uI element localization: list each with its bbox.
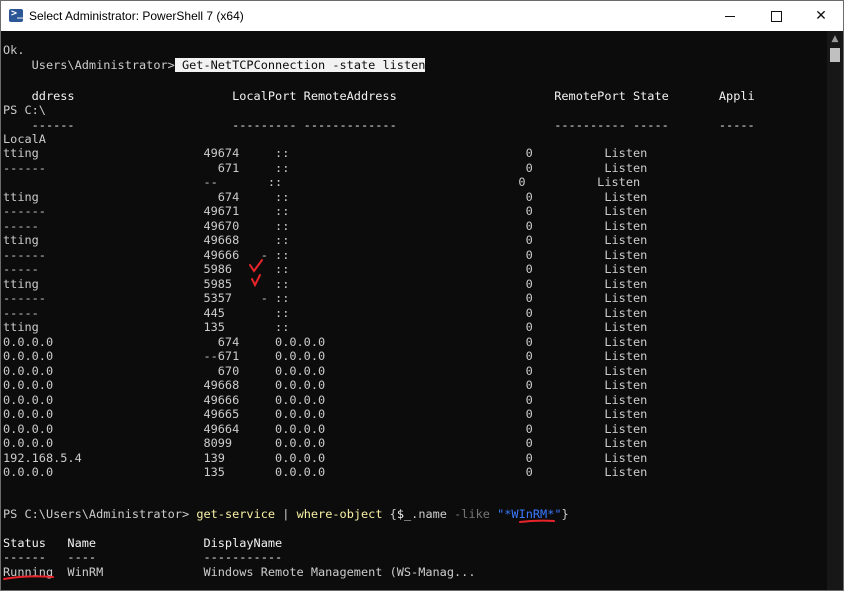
vertical-scrollbar[interactable]: ▲ — [827, 31, 843, 590]
console-output[interactable]: Ok. Users\Administrator> Get-NetTCPConne… — [1, 31, 827, 590]
minimize-button[interactable] — [707, 1, 753, 31]
underline-winrm — [519, 519, 555, 523]
scroll-up-arrow-icon[interactable]: ▲ — [827, 31, 843, 47]
close-icon: ✕ — [815, 8, 827, 24]
checkmark-5986 — [249, 259, 263, 273]
maximize-button[interactable] — [753, 1, 799, 31]
close-button[interactable]: ✕ — [798, 1, 843, 31]
title-bar[interactable]: >_ Select Administrator: PowerShell 7 (x… — [1, 1, 843, 31]
minimize-icon — [725, 15, 735, 17]
scrollbar-thumb[interactable] — [830, 48, 840, 62]
checkmark-5985 — [251, 274, 261, 288]
powershell-window: >_ Select Administrator: PowerShell 7 (x… — [0, 0, 844, 591]
underline-running — [3, 575, 54, 580]
powershell-icon: >_ — [9, 8, 23, 22]
window-title: Select Administrator: PowerShell 7 (x64) — [29, 9, 244, 23]
annotation-layer — [3, 259, 555, 580]
maximize-icon — [770, 10, 782, 22]
